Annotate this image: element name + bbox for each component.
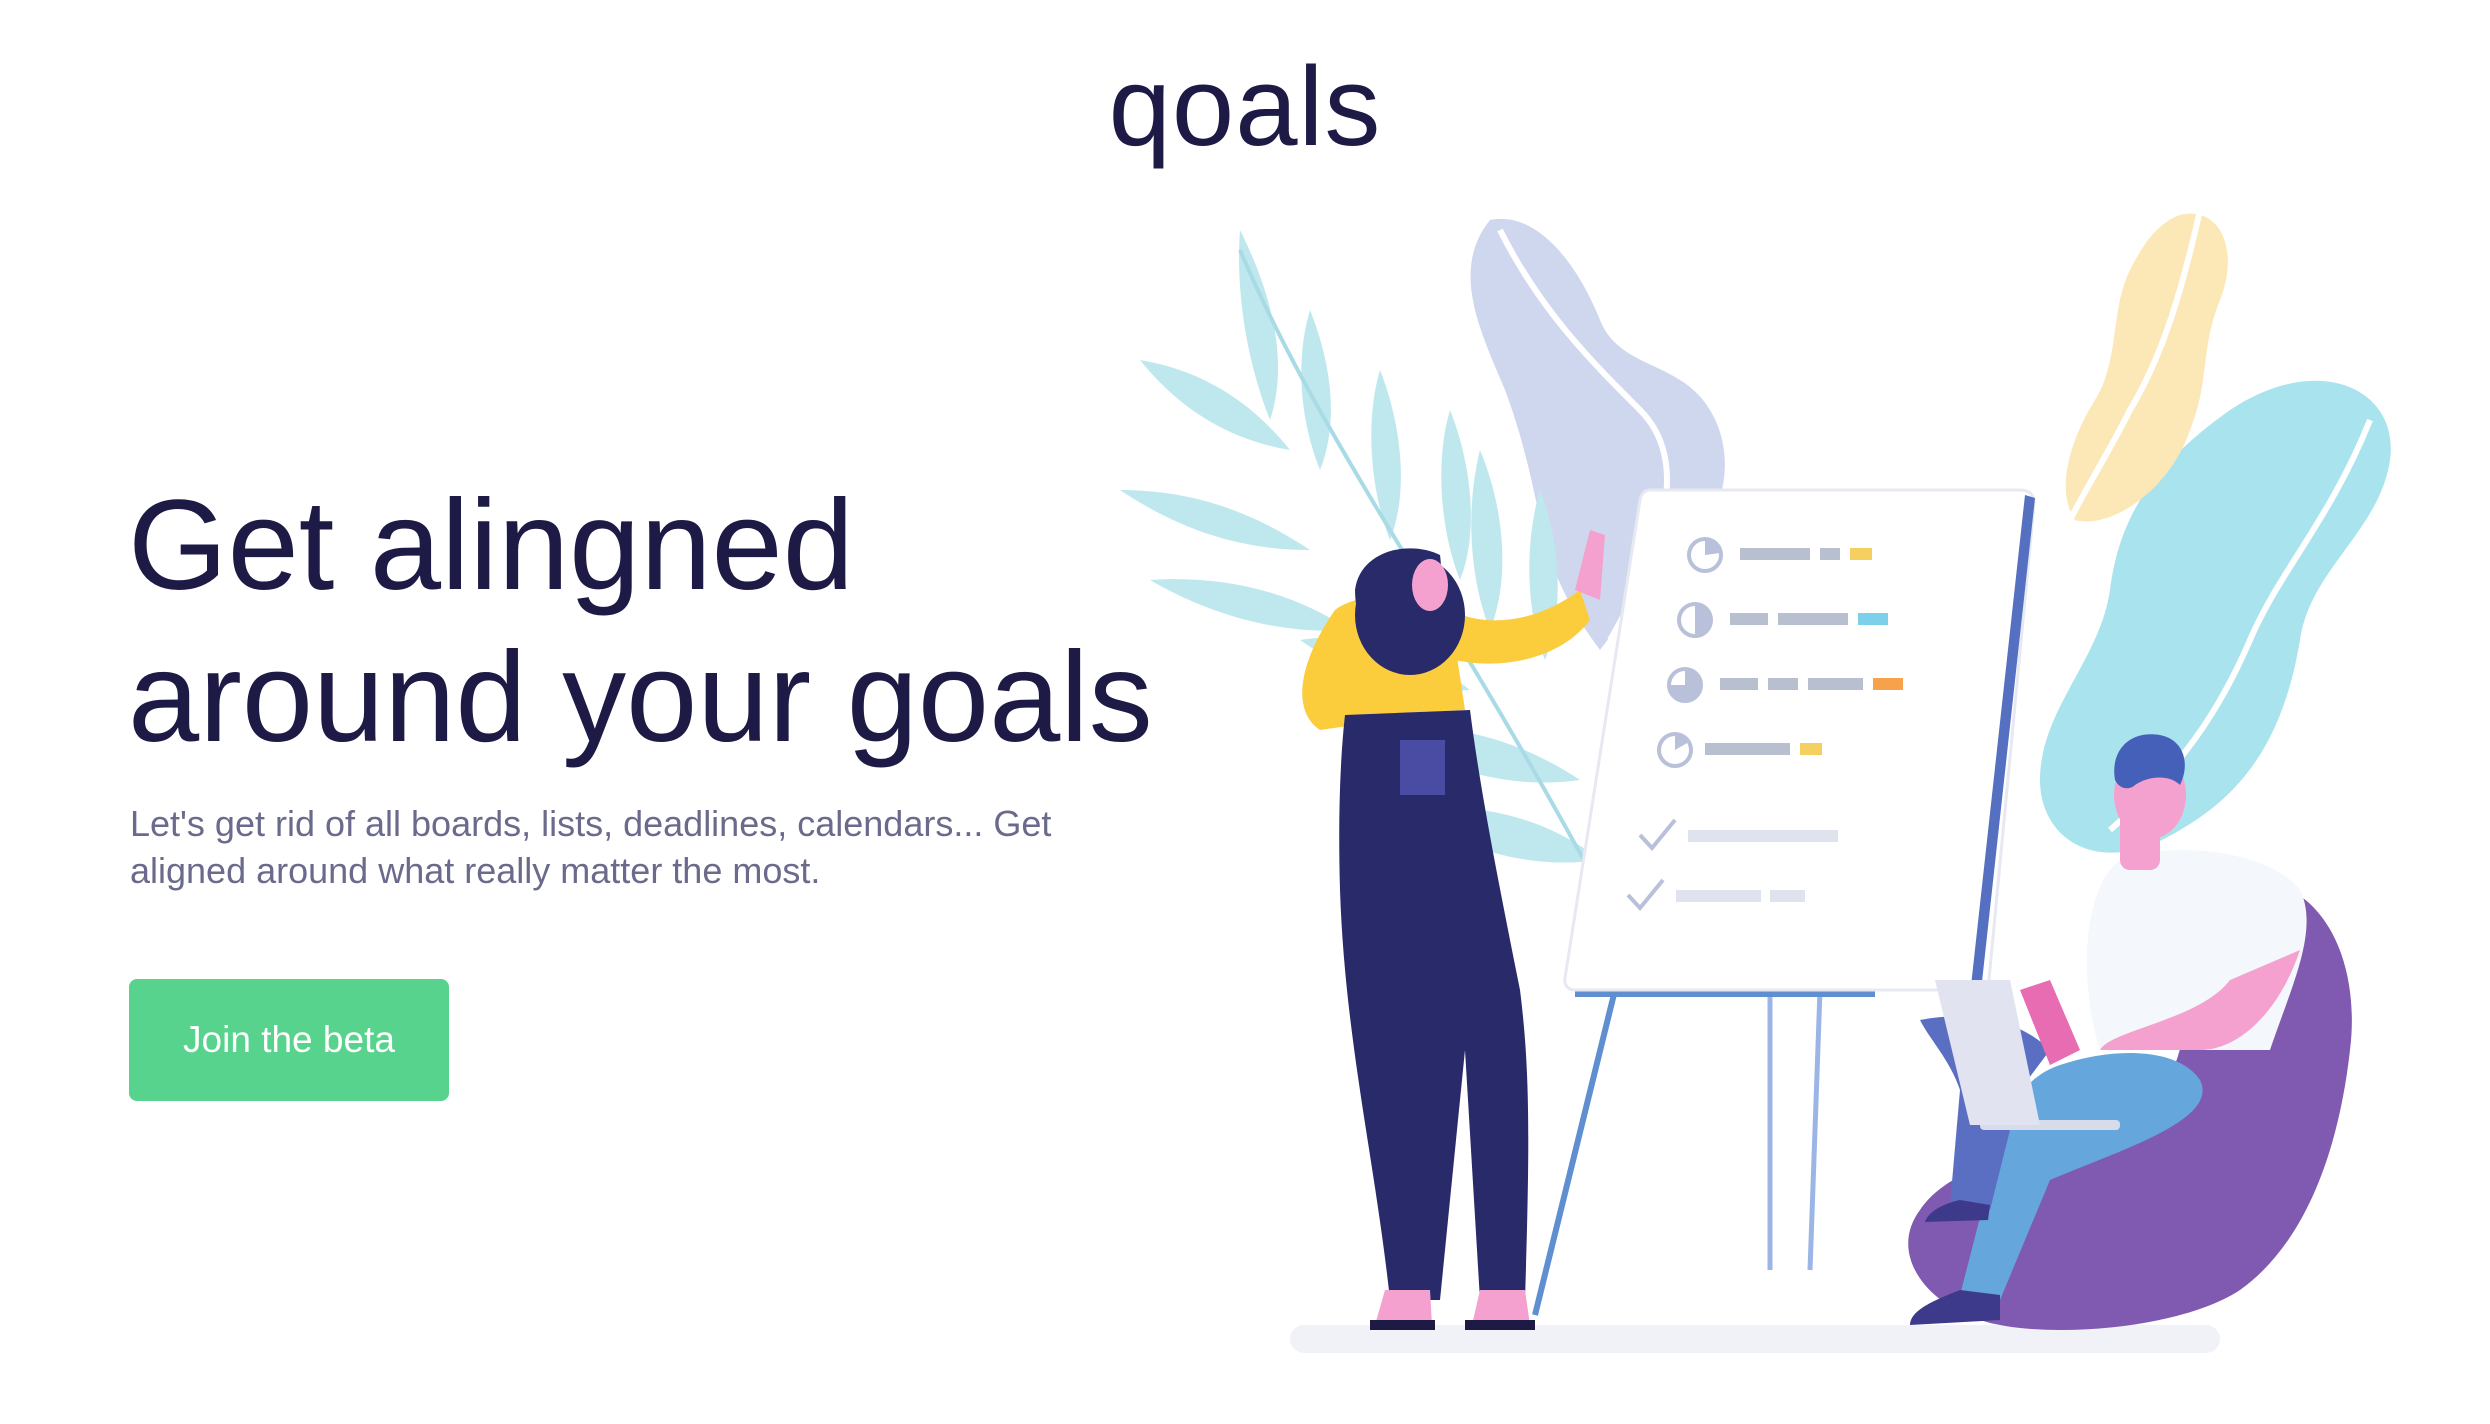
hero-title: Get alingned around your goals: [128, 470, 1228, 774]
hero-subtitle: Let's get rid of all boards, lists, dead…: [130, 803, 1052, 891]
board-leg-left: [1532, 989, 1618, 1316]
logo[interactable]: qoals: [0, 42, 2490, 172]
board-leg-right: [1807, 989, 1823, 1271]
hero-title-line-2: around your goals: [128, 626, 1153, 769]
hero-illustration: [1120, 209, 2391, 1353]
join-beta-button[interactable]: Join the beta: [129, 979, 449, 1101]
hero-title-line-1: Get alingned: [128, 474, 854, 617]
flip-board: [1563, 488, 2036, 992]
